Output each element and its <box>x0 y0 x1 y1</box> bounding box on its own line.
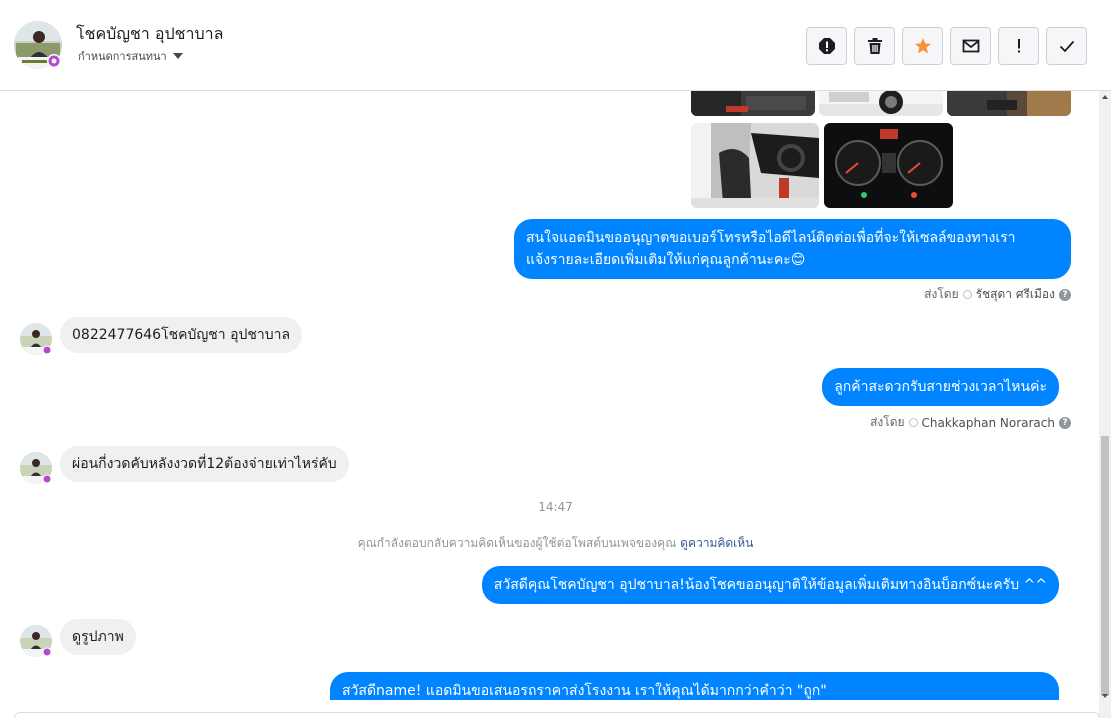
contact-avatar[interactable] <box>14 21 62 69</box>
follow-up-button[interactable] <box>998 27 1039 65</box>
mark-done-button[interactable] <box>1046 27 1087 65</box>
delete-button[interactable] <box>854 27 895 65</box>
system-notice-text: คุณกำลังตอบกลับความคิดเห็นของผู้ใช้ต่อโพ… <box>357 536 677 550</box>
assign-conversation-label: กำหนดการสนทนา <box>78 50 167 63</box>
contact-avatar-small[interactable] <box>20 452 52 484</box>
conversation-actions <box>806 27 1087 65</box>
sent-by-prefix: ส่งโดย <box>924 287 959 301</box>
mark-spam-button[interactable] <box>806 27 847 65</box>
incoming-message[interactable]: 0822477646โชคบัญชา อุปชาบาล <box>60 317 303 353</box>
sent-by-prefix: ส่งโดย <box>870 415 905 429</box>
message-thread[interactable]: สนใจแอดมินขออนุญาตขอเบอร์โทรหรือไอดีไลน์… <box>0 91 1099 700</box>
message-text-line: แจ้งรายละเอียดเพิ่มเติมให้แก่คุณลูกค้านะ… <box>526 252 806 268</box>
messenger-inbox-app: โชคบัญชา อุปชาบาล กำหนดการสนทนา สนใจแอดม… <box>0 0 1111 718</box>
envelope-icon <box>962 39 979 53</box>
message-text: สวัสดีคุณโชคบัญชา อุปชาบาล!น้องโชคขออนุญ… <box>493 577 1047 593</box>
contact-avatar-small[interactable] <box>20 323 52 355</box>
conversation-header: โชคบัญชา อุปชาบาล กำหนดการสนทนา <box>0 0 1111 91</box>
scroll-down-arrow-icon[interactable] <box>1102 694 1108 698</box>
sender-name[interactable]: Chakkaphan Norarach <box>922 416 1055 430</box>
assign-conversation-dropdown[interactable]: กำหนดการสนทนา <box>78 47 183 65</box>
status-dot-icon <box>908 418 918 427</box>
incoming-message[interactable]: ผ่อนกี่งวดคับหลังงวดที่12ต้องจ่ายเท่าไหร… <box>60 446 349 482</box>
message-text-line: สนใจแอดมินขออนุญาตขอเบอร์โทรหรือไอดีไลน์… <box>526 230 1016 246</box>
caret-down-icon <box>172 53 183 59</box>
sent-by-label: ส่งโดย รัชสุดา ศรีเมือง ? <box>924 285 1071 304</box>
message-text: ดูรูปภาพ <box>72 629 124 645</box>
help-icon[interactable]: ? <box>1059 288 1071 301</box>
scroll-up-arrow-icon[interactable] <box>1102 95 1108 99</box>
message-text: ผ่อนกี่งวดคับหลังงวดที่12ต้องจ่ายเท่าไหร… <box>72 456 337 472</box>
outgoing-message[interactable]: สวัสดีคุณโชคบัญชา อุปชาบาล!น้องโชคขออนุญ… <box>481 566 1059 604</box>
car-photo-thumbnail[interactable] <box>947 91 1071 116</box>
system-notice: คุณกำลังตอบกลับความคิดเห็นของผู้ใช้ต่อโพ… <box>0 534 1099 553</box>
car-interior-photo-thumbnail[interactable] <box>691 123 819 208</box>
message-timestamp: 14:47 <box>538 500 573 514</box>
contact-avatar-small[interactable] <box>20 625 52 657</box>
mark-unread-button[interactable] <box>950 27 991 65</box>
car-photo-thumbnail[interactable] <box>819 91 943 116</box>
exclamation-icon <box>1017 39 1020 53</box>
thread-scrollbar[interactable] <box>1099 91 1111 718</box>
dashboard-gauge-photo-thumbnail[interactable] <box>824 123 953 208</box>
incoming-message[interactable]: ดูรูปภาพ <box>60 619 136 655</box>
outgoing-message[interactable]: สวัสดีname! แอดมินขอเสนอรถราคาส่งโรงงาน … <box>330 672 1059 700</box>
alert-octagon-icon <box>818 38 835 54</box>
view-comment-link[interactable]: ดูความคิดเห็น <box>680 536 753 550</box>
contact-name: โชคบัญชา อุปชาบาล <box>76 24 224 43</box>
message-text: สวัสดีname! แอดมินขอเสนอรถราคาส่งโรงงาน … <box>342 683 827 699</box>
star-icon <box>914 38 931 54</box>
status-dot-icon <box>962 290 972 299</box>
help-icon[interactable]: ? <box>1059 416 1071 429</box>
outgoing-message[interactable]: สนใจแอดมินขออนุญาตขอเบอร์โทรหรือไอดีไลน์… <box>514 219 1071 279</box>
trash-icon <box>867 38 882 54</box>
car-photo-thumbnail[interactable] <box>691 91 815 116</box>
message-text: ลูกค้าสะดวกรับสายช่วงเวลาไหนค่ะ <box>834 379 1047 395</box>
check-icon <box>1059 40 1074 53</box>
message-text: 0822477646โชคบัญชา อุปชาบาล <box>72 327 291 343</box>
sent-by-label: ส่งโดย Chakkaphan Norarach ? <box>870 413 1071 432</box>
outgoing-message[interactable]: ลูกค้าสะดวกรับสายช่วงเวลาไหนค่ะ <box>822 368 1059 406</box>
sender-name[interactable]: รัชสุดา ศรีเมือง <box>976 285 1055 304</box>
composer-box-edge[interactable] <box>14 712 1100 718</box>
star-button[interactable] <box>902 27 943 65</box>
scrollbar-thumb[interactable] <box>1101 436 1109 696</box>
